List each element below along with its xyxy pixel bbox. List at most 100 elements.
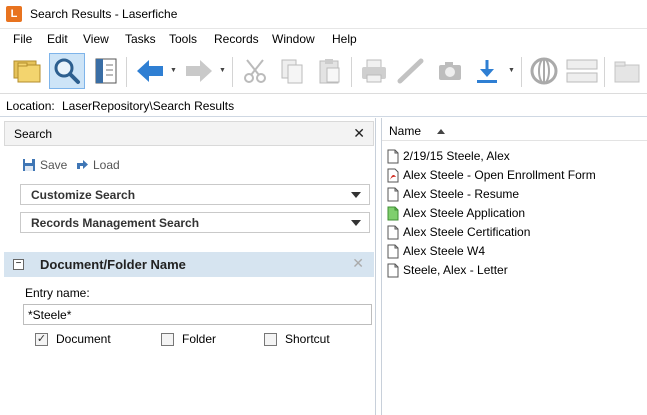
load-search-button[interactable]: Load <box>75 156 120 174</box>
load-search-label: Load <box>93 158 120 172</box>
scanner-icon <box>397 58 424 84</box>
new-folder-icon <box>614 61 640 83</box>
menu-view[interactable]: View <box>83 32 109 46</box>
checkbox-unchecked-icon <box>264 332 277 346</box>
metadata-pane-button[interactable] <box>88 53 124 89</box>
checkbox-checked-icon: ✓ <box>35 332 48 346</box>
toolbar-separator <box>126 57 127 87</box>
list-item[interactable]: Steele, Alex - Letter <box>387 261 508 279</box>
list-item[interactable]: Alex Steele - Resume <box>387 185 519 203</box>
close-search-pane-icon[interactable]: ✕ <box>353 125 365 142</box>
document-icon <box>387 263 399 277</box>
print-button[interactable] <box>356 53 392 89</box>
forward-dropdown-icon[interactable]: ▼ <box>219 67 226 75</box>
magnifier-icon <box>54 58 80 84</box>
snapshot-button[interactable] <box>432 53 468 89</box>
search-pane-button[interactable] <box>49 53 85 89</box>
menu-tools[interactable]: Tools <box>169 32 197 46</box>
name-column-header[interactable]: Name <box>382 118 647 141</box>
records-globe-icon <box>530 57 558 85</box>
name-column-label: Name <box>389 124 422 138</box>
result-name: Alex Steele W4 <box>403 244 486 258</box>
list-item[interactable]: Alex Steele Certification <box>387 223 530 241</box>
document-icon <box>387 244 399 258</box>
list-item[interactable]: Alex Steele - Open Enrollment Form <box>387 166 596 184</box>
scissors-icon <box>244 59 266 83</box>
download-dropdown-icon[interactable]: ▼ <box>508 67 515 75</box>
forward-arrow-icon <box>186 60 212 82</box>
menu-edit[interactable]: Edit <box>47 32 68 46</box>
search-pane-header: Search ✕ <box>4 121 374 146</box>
location-path[interactable]: LaserRepository\Search Results <box>62 99 234 113</box>
document-icon <box>387 225 399 239</box>
location-label: Location: <box>6 99 55 113</box>
menu-window[interactable]: Window <box>272 32 315 46</box>
menu-tasks[interactable]: Tasks <box>125 32 156 46</box>
search-results-list: Name 2/19/15 Steele, Alex Alex Steele - … <box>381 118 647 415</box>
entry-name-input[interactable] <box>23 304 372 325</box>
collapse-icon[interactable]: − <box>13 259 24 270</box>
menu-records[interactable]: Records <box>214 32 259 46</box>
result-name: Alex Steele - Open Enrollment Form <box>403 168 596 182</box>
new-folder-button[interactable] <box>609 53 645 89</box>
electronic-document-icon <box>387 206 399 220</box>
section-title: Document/Folder Name <box>40 257 186 272</box>
download-icon <box>477 60 497 83</box>
document-checkbox[interactable]: ✓ Document <box>35 332 111 346</box>
shortcut-checkbox-label: Shortcut <box>285 332 330 346</box>
entry-name-label: Entry name: <box>25 286 90 300</box>
remove-section-icon[interactable]: ✕ <box>352 255 364 272</box>
customize-search-dropdown[interactable]: Customize Search <box>20 184 370 205</box>
back-arrow-icon <box>137 60 163 82</box>
forward-button[interactable] <box>181 53 217 89</box>
toolbar: ▼ ▼ ▼ <box>0 49 647 94</box>
menu-file[interactable]: File <box>13 32 32 46</box>
copy-button[interactable] <box>274 53 310 89</box>
records-management-search-dropdown[interactable]: Records Management Search <box>20 212 370 233</box>
result-name: Alex Steele Application <box>403 206 526 220</box>
sort-ascending-icon <box>437 129 445 134</box>
toolbar-separator <box>521 57 522 87</box>
document-icon <box>387 187 399 201</box>
layout-button[interactable] <box>564 53 600 89</box>
chevron-down-icon <box>351 192 361 198</box>
copy-icon <box>281 59 303 84</box>
menu-help[interactable]: Help <box>332 32 357 46</box>
folder-tree-button[interactable] <box>10 53 46 89</box>
scan-button[interactable] <box>393 53 429 89</box>
title-bar: L Search Results - Laserfiche <box>0 0 647 29</box>
folders-icon <box>13 60 41 83</box>
records-button[interactable] <box>526 53 562 89</box>
shortcut-checkbox[interactable]: Shortcut <box>264 332 330 346</box>
toolbar-separator <box>232 57 233 87</box>
result-name: 2/19/15 Steele, Alex <box>403 149 510 163</box>
result-name: Alex Steele Certification <box>403 225 531 239</box>
customize-search-label: Customize Search <box>31 188 136 202</box>
menu-bar: File Edit View Tasks Tools Records Windo… <box>0 29 647 49</box>
location-bar: Location: LaserRepository\Search Results <box>0 94 647 117</box>
save-search-label: Save <box>40 158 68 172</box>
save-search-button[interactable]: Save <box>22 156 67 174</box>
result-name: Steele, Alex - Letter <box>403 263 508 277</box>
chevron-down-icon <box>351 220 361 226</box>
clipboard-icon <box>319 59 340 84</box>
paste-button[interactable] <box>311 53 347 89</box>
list-item[interactable]: 2/19/15 Steele, Alex <box>387 147 510 165</box>
result-name: Alex Steele - Resume <box>403 187 520 201</box>
search-pane-title: Search <box>14 127 53 141</box>
load-icon <box>77 160 88 169</box>
window-title: Search Results - Laserfiche <box>30 7 178 21</box>
panels-icon <box>566 59 598 83</box>
list-item[interactable]: Alex Steele W4 <box>387 242 485 260</box>
back-dropdown-icon[interactable]: ▼ <box>170 67 177 75</box>
save-icon <box>23 159 35 171</box>
camera-icon <box>439 62 461 80</box>
download-button[interactable] <box>469 53 505 89</box>
back-button[interactable] <box>132 53 168 89</box>
cut-button[interactable] <box>237 53 273 89</box>
document-icon <box>387 149 399 163</box>
folder-checkbox[interactable]: Folder <box>161 332 216 346</box>
records-management-search-label: Records Management Search <box>31 216 200 230</box>
metadata-icon <box>95 58 117 84</box>
list-item[interactable]: Alex Steele Application <box>387 204 525 222</box>
